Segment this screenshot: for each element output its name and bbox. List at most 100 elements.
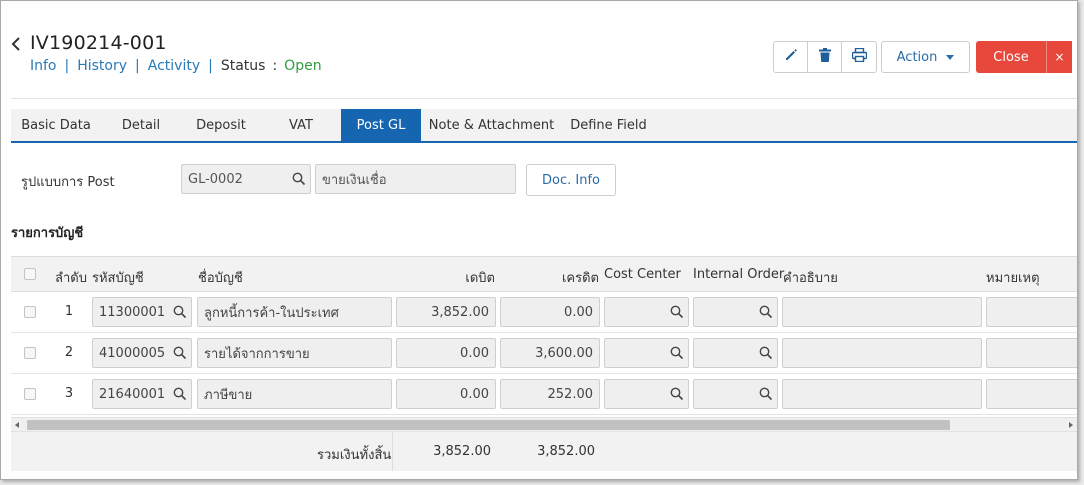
account-name: ลูกหนี้การค้า-ในประเทศ [204,305,339,321]
col-description: คำอธิบาย [783,271,838,286]
accounts-section-title: รายการบัญชี [11,226,84,241]
row-seq: 3 [64,386,74,401]
header-links: Info | History | Activity | Status : Ope… [30,58,322,74]
table-row: 2 41000005 รายได้จากการขาย 0.00 3,600.00 [11,333,1077,374]
debit-field: 0.00 [396,338,496,368]
printer-icon [851,47,867,66]
total-debit: 3,852.00 [433,444,491,459]
cost-center-field[interactable] [604,338,689,368]
debit-value: 0.00 [460,386,489,402]
print-button[interactable] [842,42,876,72]
total-credit: 3,852.00 [537,444,595,459]
history-link[interactable]: History [77,58,127,74]
caret-down-icon [946,54,955,60]
post-format-label: รูปแบบการ Post [21,175,115,190]
account-name-field: ลูกหนี้การค้า-ในประเทศ [197,297,392,327]
action-label: Action [896,49,938,65]
credit-field: 3,600.00 [500,338,600,368]
document-window: IV190214-001 Info | History | Activity |… [0,0,1078,480]
tab-vat[interactable]: VAT [261,109,341,141]
search-icon[interactable] [759,305,773,323]
pencil-icon [784,48,798,66]
account-name: รายได้จากการขาย [204,346,310,362]
search-icon[interactable] [670,305,684,323]
search-icon[interactable] [670,346,684,364]
delete-button[interactable] [808,42,842,72]
credit-value: 252.00 [547,386,594,402]
select-all-checkbox[interactable] [24,268,36,280]
horizontal-scrollbar[interactable] [11,417,1077,432]
remark-field[interactable] [986,297,1077,327]
row-checkbox[interactable] [24,388,36,400]
tab-basic-data[interactable]: Basic Data [11,109,101,141]
debit-field: 3,852.00 [396,297,496,327]
account-code: 11300001 [99,304,166,320]
grid-header: ลำดับ รหัสบัญชี ชื่อบัญชี เดบิต เครดิต C… [11,256,1077,292]
remark-field[interactable] [986,338,1077,368]
row-checkbox[interactable] [24,306,36,318]
tab-note-attachment[interactable]: Note & Attachment [421,109,562,141]
post-format-code-field[interactable]: GL-0002 [181,164,311,194]
description-field[interactable] [782,297,982,327]
debit-value: 3,852.00 [431,304,489,320]
grid-footer: รวมเงินทั้งสิ้น 3,852.00 3,852.00 [11,432,1077,471]
account-name-field: ภาษีขาย [197,379,392,409]
credit-value: 3,600.00 [535,345,593,361]
description-field[interactable] [782,379,982,409]
status-label: Status [220,58,266,74]
post-format-code: GL-0002 [188,171,243,187]
search-icon[interactable] [173,305,187,323]
close-x-button[interactable]: × [1046,41,1072,73]
internal-order-field[interactable] [693,297,778,327]
debit-value: 0.00 [460,345,489,361]
col-credit: เครดิต [561,271,599,286]
scrollbar-thumb[interactable] [27,420,950,430]
search-icon[interactable] [759,346,773,364]
table-row: 3 21640001 ภาษีขาย 0.00 252.00 [11,374,1077,415]
scroll-right-arrow-icon[interactable] [1069,422,1073,428]
search-icon[interactable] [759,387,773,405]
internal-order-field[interactable] [693,338,778,368]
row-checkbox[interactable] [24,347,36,359]
account-code-field[interactable]: 11300001 [92,297,192,327]
cost-center-field[interactable] [604,379,689,409]
remark-field[interactable] [986,379,1077,409]
col-remark: หมายเหตุ [986,271,1040,286]
search-icon[interactable] [173,346,187,364]
credit-field: 252.00 [500,379,600,409]
cost-center-field[interactable] [604,297,689,327]
row-seq: 2 [64,345,74,360]
search-icon[interactable] [292,172,306,190]
total-label: รวมเงินทั้งสิ้น [317,448,392,463]
link-separator: | [208,58,213,74]
footer-divider [392,432,393,471]
tab-post-gl[interactable]: Post GL [341,109,421,141]
toolbar-icon-group [773,41,877,73]
edit-button[interactable] [774,42,808,72]
credit-value: 0.00 [564,304,593,320]
account-name-field: รายได้จากการขาย [197,338,392,368]
col-cost-center: Cost Center [604,267,681,282]
info-link[interactable]: Info [30,58,57,74]
account-code-field[interactable]: 41000005 [92,338,192,368]
tab-detail[interactable]: Detail [101,109,181,141]
action-dropdown-button[interactable]: Action [881,41,970,73]
tab-deposit[interactable]: Deposit [181,109,261,141]
doc-info-button[interactable]: Doc. Info [526,164,616,196]
account-code-field[interactable]: 21640001 [92,379,192,409]
internal-order-field[interactable] [693,379,778,409]
status-value: Open [284,58,322,74]
col-debit: เดบิต [465,271,495,286]
tab-bar: Basic Data Detail Deposit VAT Post GL No… [11,109,1077,143]
close-button[interactable]: Close [976,41,1046,73]
tab-define-field[interactable]: Define Field [562,109,655,141]
scroll-left-arrow-icon[interactable] [15,422,19,428]
link-separator: | [64,58,70,74]
description-field[interactable] [782,338,982,368]
post-format-name: ขายเงินเชื่อ [322,172,387,188]
col-seq: ลำดับ [55,271,87,286]
back-chevron-icon[interactable] [10,34,26,54]
search-icon[interactable] [173,387,187,405]
activity-link[interactable]: Activity [148,58,200,74]
search-icon[interactable] [670,387,684,405]
